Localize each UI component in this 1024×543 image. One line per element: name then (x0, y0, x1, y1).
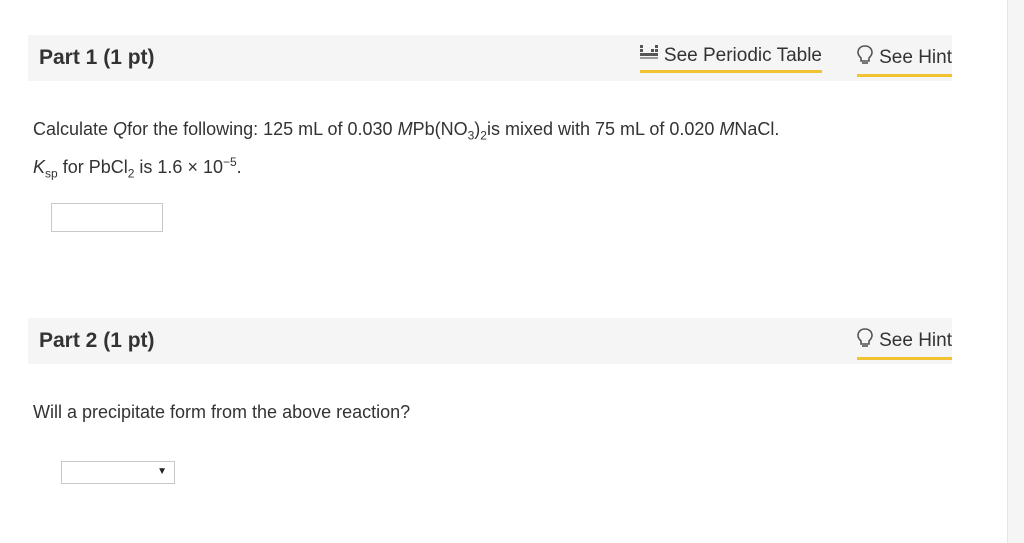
part1-answer-input[interactable] (51, 203, 163, 232)
part1-question: Calculate Qfor the following: 125 mL of … (33, 119, 780, 181)
see-periodic-table-link[interactable]: See Periodic Table (639, 45, 822, 74)
part2-question: Will a precipitate form from the above r… (33, 402, 411, 422)
part2-answer-select[interactable]: ▼ (61, 461, 175, 484)
periodic-table-icon (639, 45, 658, 67)
part1-header: Part 1 (1 pt) See Periodic Table See Hin… (28, 35, 952, 81)
lightbulb-icon (857, 328, 873, 354)
part1-see-hint-link[interactable]: See Hint (857, 45, 952, 77)
part2-see-hint-link[interactable]: See Hint (857, 328, 952, 360)
right-panel-border (1007, 0, 1024, 543)
see-periodic-table-label: See Periodic Table (663, 45, 822, 67)
part2-title: Part 2 (1 pt) (39, 329, 155, 352)
lightbulb-icon (857, 45, 873, 71)
part1-title: Part 1 (1 pt) (39, 46, 155, 69)
part2-see-hint-label: See Hint (879, 330, 952, 352)
caret-down-icon: ▼ (157, 466, 167, 477)
part2-header: Part 2 (1 pt) See Hint (28, 318, 952, 364)
part1-see-hint-label: See Hint (879, 47, 952, 69)
